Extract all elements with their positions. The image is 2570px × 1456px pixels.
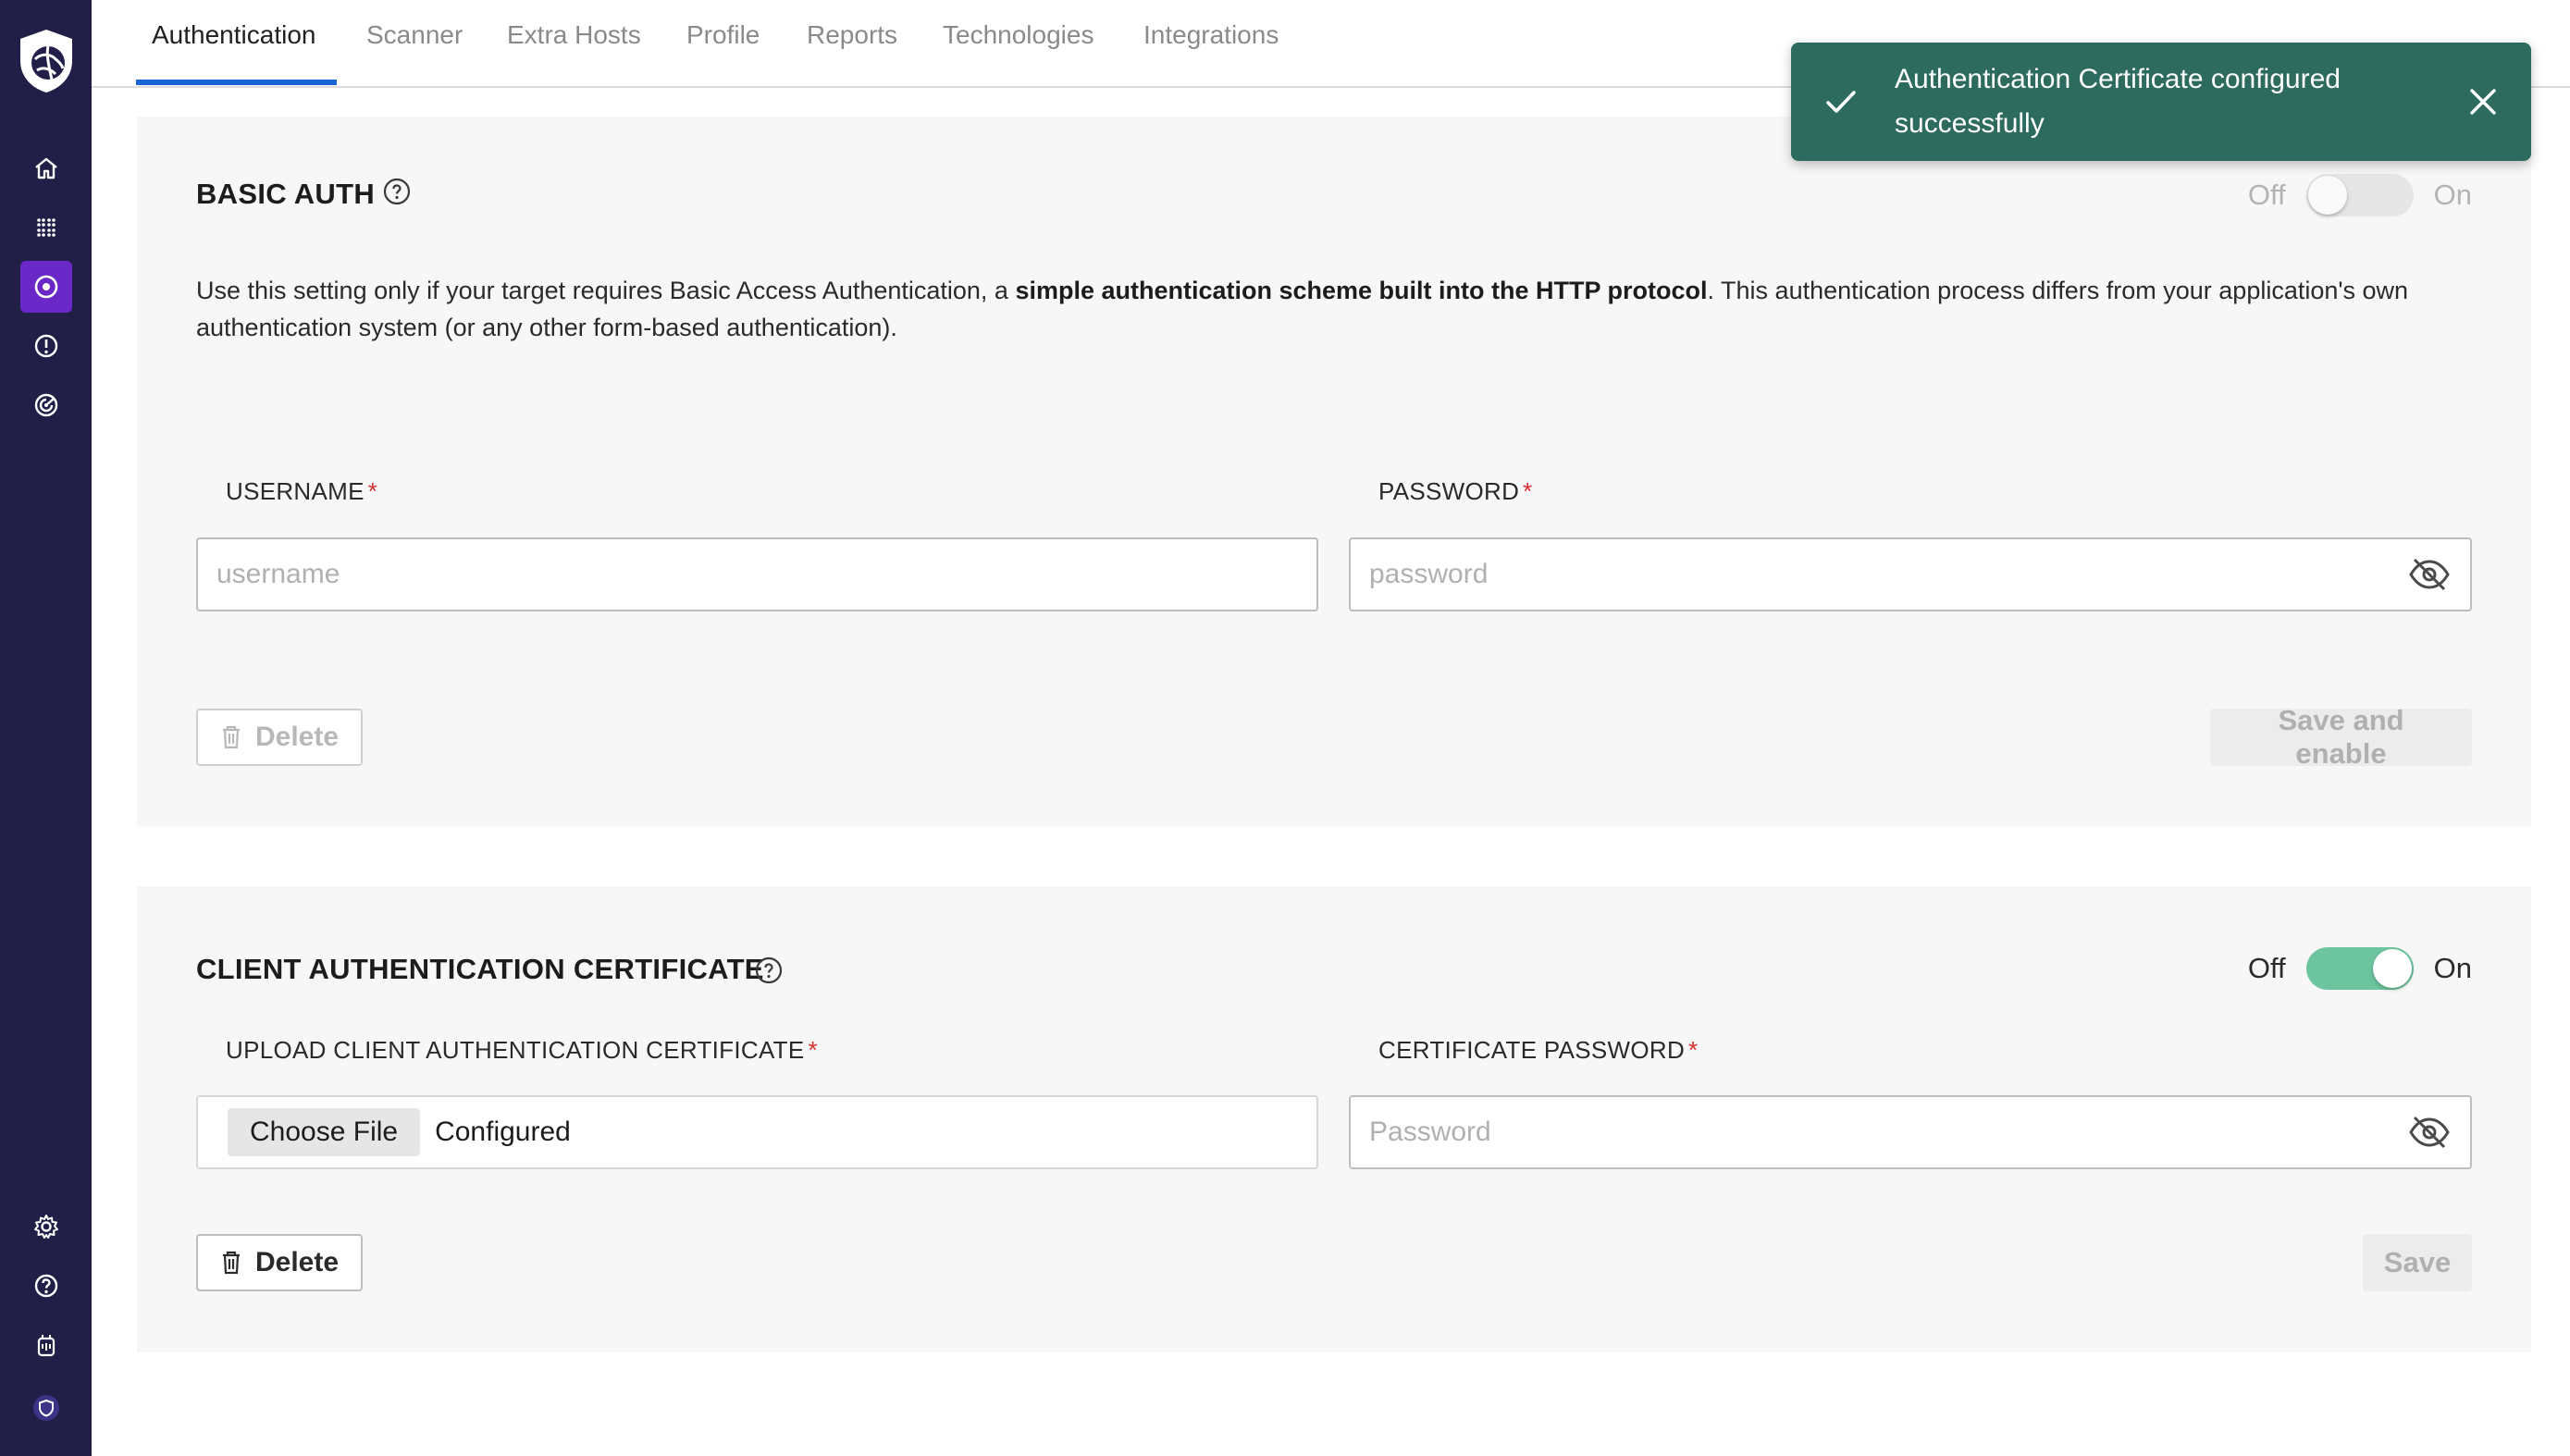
gear-icon[interactable] [20,1201,72,1252]
tab-reports[interactable]: Reports [807,20,897,50]
check-icon [1826,91,1856,113]
tab-technologies[interactable]: Technologies [943,20,1093,50]
required-marker: * [1688,1036,1699,1064]
required-marker: * [808,1036,818,1064]
required-marker: * [1523,477,1533,505]
basic-auth-toggle-group: Off On [2248,174,2472,216]
client-cert-title: CLIENT AUTHENTICATION CERTIFICATE [196,953,764,985]
description-emphasis: simple authentication scheme built into … [1015,277,1708,304]
description-text: Use this setting only if your target req… [196,277,1016,304]
username-label: USERNAME * [226,477,377,506]
save-and-enable-button[interactable]: Save and enable [2210,704,2472,770]
toggle-off-label: Off [2247,179,2286,211]
shield-icon[interactable] [20,1382,72,1434]
basic-auth-section: BASIC AUTH Off On Use this setting only … [137,117,2531,826]
basic-auth-toggle[interactable] [2305,174,2414,216]
tab-extra-hosts[interactable]: Extra Hosts [507,20,641,50]
sidebar [0,0,92,1456]
close-icon[interactable] [2459,78,2507,126]
delete-label: Delete [255,722,340,752]
cert-password-input[interactable] [1349,1095,2472,1169]
toggle-knob [2372,949,2412,988]
eye-off-icon[interactable] [2407,552,2452,597]
success-toast: Authentication Certificate configured su… [1791,43,2531,161]
basic-auth-description: Use this setting only if your target req… [196,272,2481,346]
alert-icon[interactable] [20,320,72,372]
toggle-knob [2307,176,2347,215]
delete-label: Delete [255,1247,340,1277]
home-icon[interactable] [20,142,72,194]
basic-auth-delete-button[interactable]: Delete [196,709,364,766]
file-status: Configured [435,1117,571,1147]
upload-cert-label-text: UPLOAD CLIENT AUTHENTICATION CERTIFICATE [226,1036,805,1064]
active-tab-indicator [136,80,337,85]
basic-auth-title: BASIC AUTH [196,178,376,210]
toggle-on-label: On [2433,952,2472,984]
radar-icon[interactable] [20,379,72,431]
toggle-off-label: Off [2247,952,2286,984]
help-icon[interactable] [20,1260,72,1312]
cert-file-input[interactable]: Choose File Configured [196,1095,1318,1169]
toast-message: Authentication Certificate configured su… [1895,64,2341,139]
upload-cert-label: UPLOAD CLIENT AUTHENTICATION CERTIFICATE… [226,1036,818,1065]
trash-icon [223,1251,240,1275]
client-cert-toggle[interactable] [2305,947,2414,990]
tab-profile[interactable]: Profile [686,20,760,50]
logo-icon[interactable] [15,26,78,96]
tab-authentication[interactable]: Authentication [152,20,315,50]
choose-file-button[interactable]: Choose File [228,1108,421,1156]
save-button[interactable]: Save [2363,1234,2472,1291]
client-cert-toggle-group: Off On [2248,947,2472,990]
trash-icon [223,725,240,749]
username-input[interactable] [196,537,1318,611]
eye-off-icon[interactable] [2407,1110,2452,1154]
client-cert-delete-button[interactable]: Delete [196,1234,364,1291]
grid-icon[interactable] [20,202,72,253]
password-input[interactable] [1349,537,2472,611]
robot-icon[interactable] [20,1319,72,1371]
client-cert-section: CLIENT AUTHENTICATION CERTIFICATE Off On… [137,886,2531,1352]
basic-auth-help-icon[interactable] [381,176,413,207]
tab-scanner[interactable]: Scanner [366,20,463,50]
required-marker: * [367,477,378,505]
toggle-on-label: On [2433,179,2472,211]
client-cert-help-icon[interactable] [753,955,785,986]
username-label-text: USERNAME [226,477,364,505]
target-icon[interactable] [20,261,72,313]
cert-password-label-text: CERTIFICATE PASSWORD [1378,1036,1686,1064]
password-label: PASSWORD * [1378,477,1533,506]
tab-integrations[interactable]: Integrations [1143,20,1279,50]
password-label-text: PASSWORD [1378,477,1520,505]
cert-password-label: CERTIFICATE PASSWORD * [1378,1036,1698,1065]
